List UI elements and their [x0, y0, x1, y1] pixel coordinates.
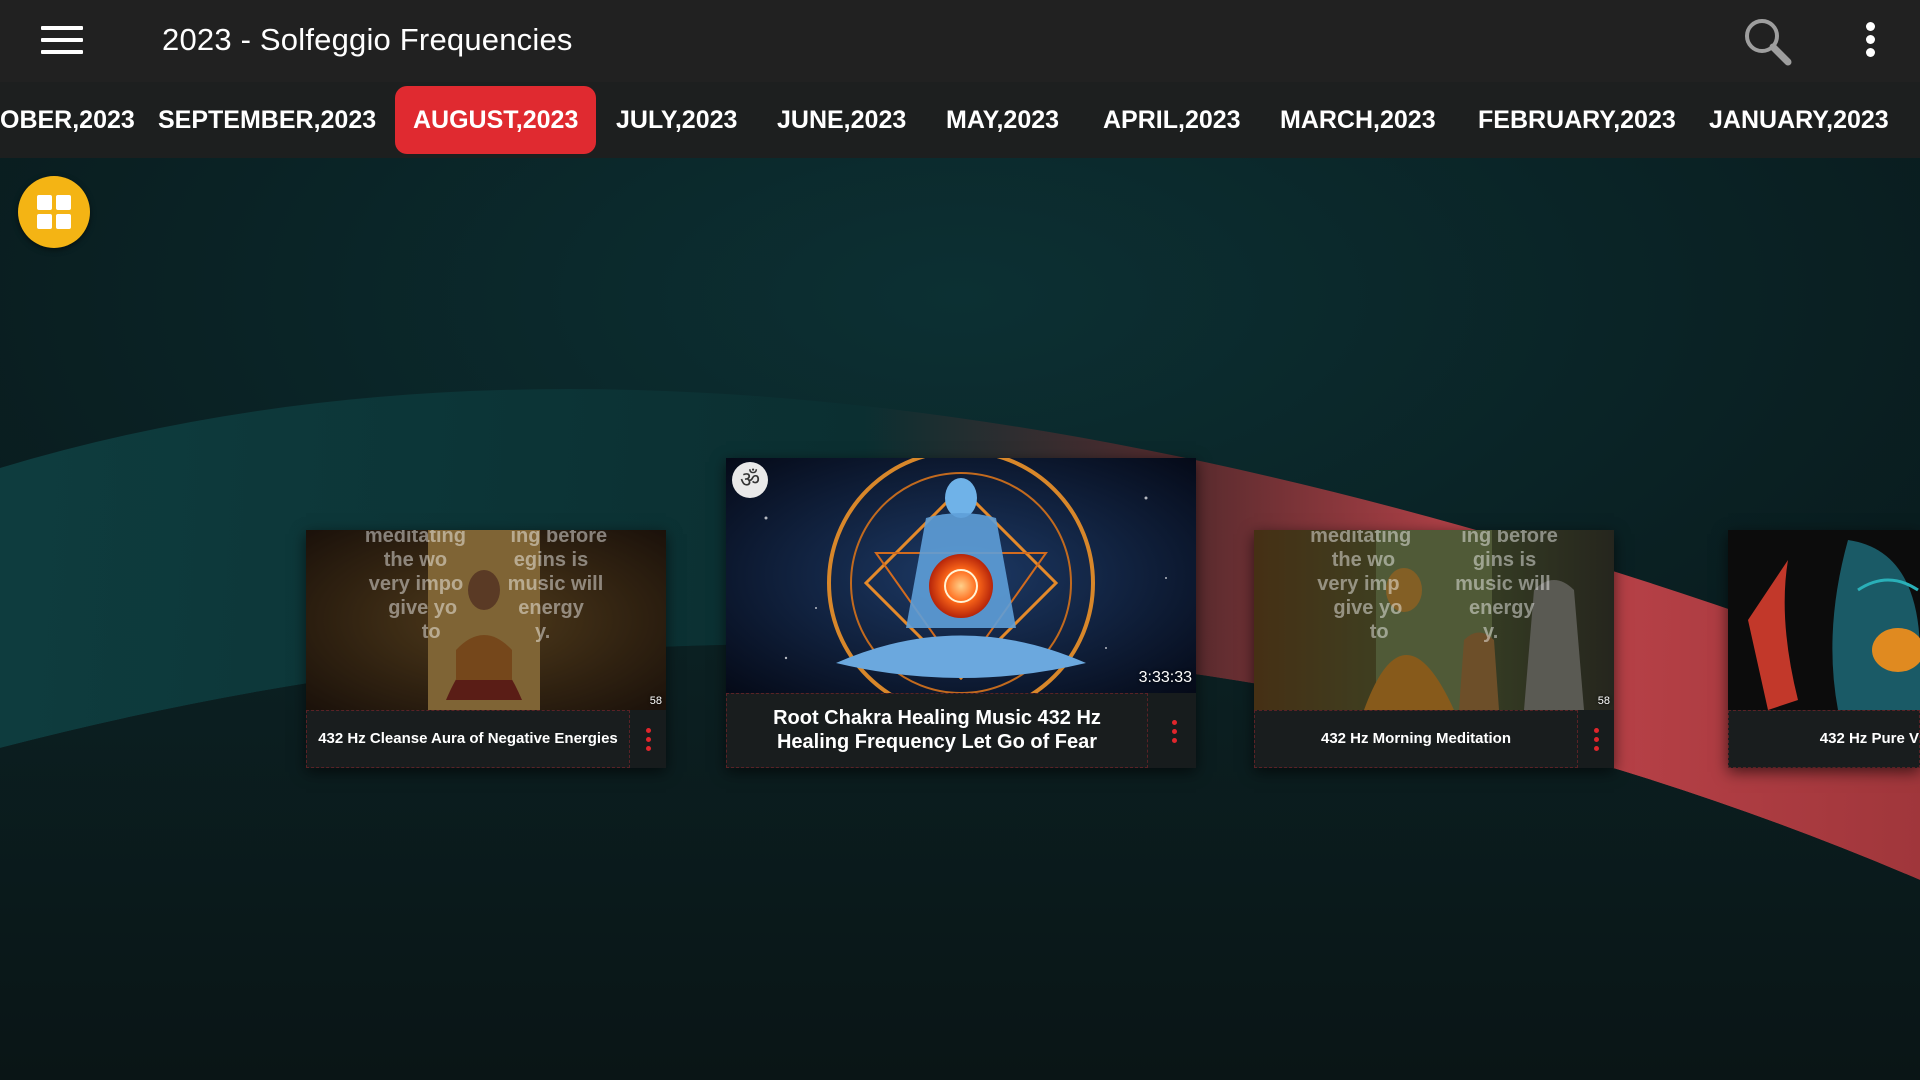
video-card[interactable]: meditating ing before the wo egins is ve…	[306, 530, 666, 768]
tab-february-2023[interactable]: FEBRUARY,2023	[1460, 86, 1694, 154]
video-card-focused[interactable]: ॐ 3:33:33 Root Chakra Healing Music 432 …	[726, 458, 1196, 768]
month-tab-bar: OBER,2023 SEPTEMBER,2023 AUGUST,2023 JUL…	[0, 82, 1920, 158]
video-thumbnail	[1728, 530, 1920, 710]
app-bar: 2023 - Solfeggio Frequencies	[0, 0, 1920, 82]
more-options-icon[interactable]	[632, 710, 666, 768]
video-card[interactable]: 432 Hz Pure V	[1728, 530, 1920, 768]
video-carousel: meditating ing before the wo egins is ve…	[0, 158, 1920, 1080]
video-duration: 3:33:33	[1138, 669, 1192, 686]
video-title: 432 Hz Morning Meditation	[1254, 710, 1578, 768]
video-duration: 58	[649, 695, 662, 707]
video-title: 432 Hz Pure V	[1728, 710, 1920, 768]
more-options-icon[interactable]	[1158, 693, 1192, 768]
video-card[interactable]: meditating ing before the wo gins is ver…	[1254, 530, 1614, 768]
tab-may-2023[interactable]: MAY,2023	[928, 86, 1077, 154]
tab-july-2023[interactable]: JULY,2023	[598, 86, 755, 154]
more-options-icon[interactable]	[1580, 710, 1614, 768]
video-thumbnail: meditating ing before the wo gins is ver…	[1254, 530, 1614, 710]
tab-september-2023[interactable]: SEPTEMBER,2023	[140, 86, 394, 154]
thumbnail-overlay-text: meditating ing before the wo gins is ver…	[1310, 530, 1558, 643]
hamburger-menu-icon[interactable]	[38, 22, 86, 60]
om-logo-badge: ॐ	[732, 462, 768, 498]
grid-view-icon[interactable]	[18, 176, 90, 248]
tab-october-2023[interactable]: OBER,2023	[0, 86, 153, 154]
thumbnail-overlay-text: meditating ing before the wo egins is ve…	[364, 530, 608, 643]
more-vertical-icon[interactable]	[1852, 18, 1888, 62]
video-thumbnail: ॐ 3:33:33	[726, 458, 1196, 693]
tab-june-2023[interactable]: JUNE,2023	[759, 86, 924, 154]
tab-january-2023[interactable]: JANUARY,2023	[1691, 86, 1907, 154]
tab-august-2023[interactable]: AUGUST,2023	[395, 86, 597, 154]
search-icon[interactable]	[1740, 14, 1796, 70]
video-duration: 58	[1597, 695, 1610, 707]
tab-april-2023[interactable]: APRIL,2023	[1085, 86, 1259, 154]
video-thumbnail: meditating ing before the wo egins is ve…	[306, 530, 666, 710]
video-title: 432 Hz Cleanse Aura of Negative Energies	[306, 710, 630, 768]
tab-march-2023[interactable]: MARCH,2023	[1262, 86, 1454, 154]
page-title: 2023 - Solfeggio Frequencies	[162, 22, 573, 57]
video-title: Root Chakra Healing Music 432 Hz Healing…	[726, 693, 1148, 768]
